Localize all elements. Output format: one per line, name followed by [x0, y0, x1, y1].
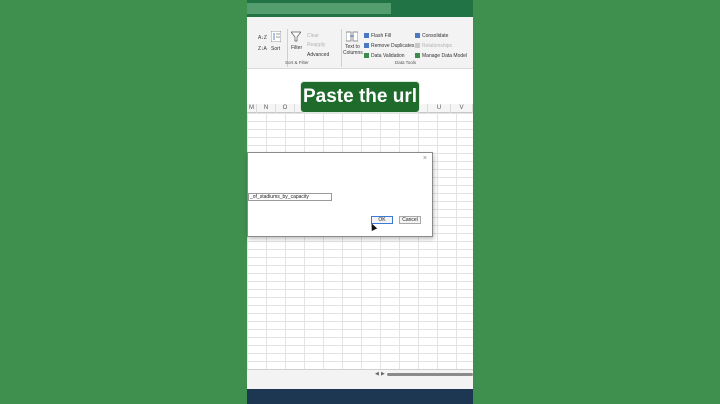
data-validation-icon: [364, 53, 369, 58]
flash-fill-button[interactable]: Flash Fill: [371, 33, 391, 39]
advanced-button[interactable]: Advanced: [307, 52, 329, 58]
relationships-icon: [415, 43, 420, 48]
sort-button[interactable]: Sort: [271, 46, 280, 52]
scroll-thumb[interactable]: [387, 373, 473, 376]
clear-button[interactable]: Clear: [307, 33, 319, 39]
title-bar: [247, 0, 473, 17]
sort-icon: [271, 31, 281, 42]
consolidate-button[interactable]: Consolidate: [422, 33, 448, 39]
ribbon-data-tab: A↓Z Z↓A Sort Filter Clear Reapply Advanc…: [247, 17, 473, 69]
column-header[interactable]: N: [257, 104, 276, 113]
from-web-dialog: × _of_stadiums_by_capacity OK Cancel: [247, 152, 433, 237]
close-icon[interactable]: ×: [423, 155, 427, 162]
sort-ascending-button[interactable]: A↓Z: [258, 35, 267, 41]
remove-duplicates-icon: [364, 43, 369, 48]
filter-icon: [291, 31, 301, 42]
manage-data-model-button[interactable]: Manage Data Model: [422, 53, 467, 59]
status-bar: [247, 378, 473, 389]
ribbon-separator: [341, 29, 342, 67]
group-label-sort-filter: Sort & Filter: [285, 60, 309, 65]
cancel-button[interactable]: Cancel: [399, 216, 421, 224]
flash-fill-icon: [364, 33, 369, 38]
group-label-data-tools: Data Tools: [395, 60, 417, 65]
sort-descending-button[interactable]: Z↓A: [258, 46, 267, 52]
scroll-left-icon[interactable]: ◀: [375, 371, 379, 377]
text-to-columns-label-2[interactable]: Columns: [343, 50, 363, 56]
manage-data-model-icon: [415, 53, 420, 58]
remove-duplicates-button[interactable]: Remove Duplicates: [371, 43, 414, 49]
taskbar: [247, 389, 473, 404]
column-header[interactable]: M: [247, 104, 257, 113]
scroll-right-icon[interactable]: ▶: [381, 371, 385, 377]
caption-callout: Paste the url: [300, 81, 420, 113]
column-header[interactable]: V: [451, 104, 473, 113]
relationships-button[interactable]: Relationships: [422, 43, 452, 49]
url-input[interactable]: _of_stadiums_by_capacity: [248, 193, 332, 201]
reapply-button[interactable]: Reapply: [307, 42, 325, 48]
horizontal-scrollbar[interactable]: ◀ ▶: [247, 369, 473, 378]
text-to-columns-icon: [346, 31, 358, 42]
consolidate-icon: [415, 33, 420, 38]
data-validation-button[interactable]: Data Validation: [371, 53, 405, 59]
search-bar[interactable]: [247, 3, 391, 14]
filter-button[interactable]: Filter: [291, 45, 302, 51]
column-header[interactable]: O: [276, 104, 295, 113]
column-header[interactable]: U: [428, 104, 451, 113]
